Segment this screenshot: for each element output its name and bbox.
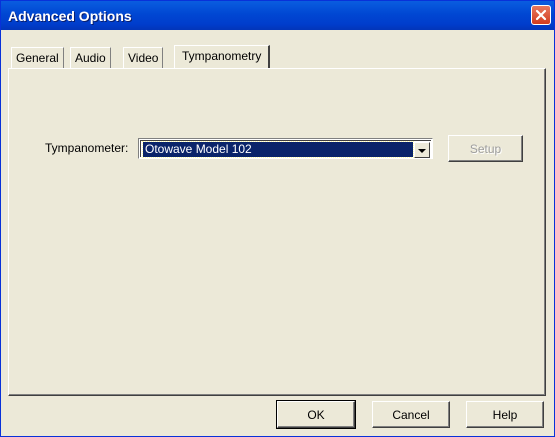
- help-button[interactable]: Help: [466, 401, 544, 428]
- setup-button[interactable]: Setup: [448, 135, 523, 162]
- advanced-options-dialog: Advanced Options General Audio Video Tym…: [0, 0, 555, 437]
- tab-tympanometry[interactable]: Tympanometry: [174, 45, 271, 68]
- tympanometer-select-value: Otowave Model 102: [142, 141, 414, 158]
- ok-button-label: OK: [307, 407, 325, 422]
- tab-video-label: Video: [128, 51, 159, 65]
- setup-button-label: Setup: [469, 141, 502, 156]
- close-button[interactable]: [531, 5, 551, 25]
- tab-panel-tympanometry: [8, 68, 546, 396]
- tab-general-label: General: [16, 51, 59, 65]
- tab-tympanometry-label: Tympanometry: [182, 49, 262, 63]
- title-bar[interactable]: Advanced Options: [1, 1, 554, 30]
- cancel-button-label: Cancel: [392, 407, 430, 422]
- window-title: Advanced Options: [8, 7, 132, 24]
- cancel-button[interactable]: Cancel: [372, 401, 450, 428]
- tab-audio[interactable]: Audio: [70, 47, 111, 68]
- close-icon: [535, 9, 547, 21]
- ok-button[interactable]: OK: [276, 400, 356, 429]
- tab-audio-label: Audio: [75, 51, 106, 65]
- tympanometer-select[interactable]: Otowave Model 102: [138, 138, 433, 159]
- tab-video[interactable]: Video: [123, 47, 164, 68]
- help-button-label: Help: [492, 407, 518, 422]
- tab-general[interactable]: General: [11, 47, 64, 68]
- dropdown-button[interactable]: [414, 142, 430, 158]
- chevron-down-icon: [418, 143, 426, 157]
- tympanometer-label: Tympanometer:: [45, 141, 129, 155]
